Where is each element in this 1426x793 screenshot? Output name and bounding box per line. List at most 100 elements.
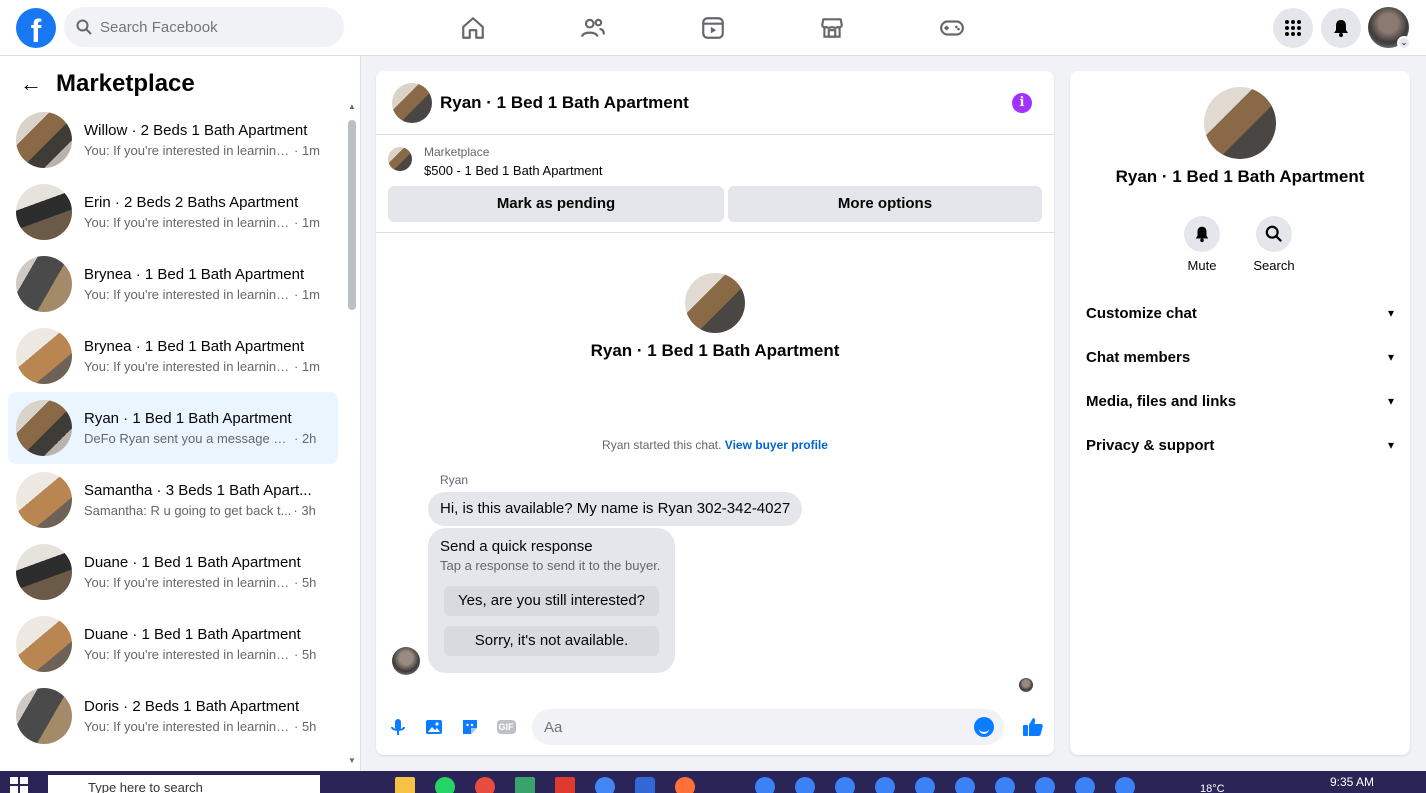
edge-icon[interactable]	[955, 777, 975, 793]
friends-icon[interactable]	[577, 12, 609, 44]
microphone-icon[interactable]	[387, 716, 409, 738]
account-avatar[interactable]: ⌄	[1368, 7, 1411, 50]
chat-members-section[interactable]: Chat members ▾	[1086, 337, 1394, 377]
home-icon[interactable]	[457, 12, 489, 44]
chevron-down-icon: ▾	[1387, 306, 1394, 320]
quick-response-subtitle: Tap a response to send it to the buyer.	[440, 558, 661, 573]
conversation-list: Willow · 2 Beds 1 Bath Apartment You: If…	[8, 104, 338, 752]
quick-reply-not-available-button[interactable]: Sorry, it's not available.	[444, 626, 659, 656]
conversation-item[interactable]: Samantha · 3 Beds 1 Bath Apart... Samant…	[8, 464, 338, 536]
listing-thumbnail	[16, 184, 72, 240]
message-input[interactable]	[544, 718, 964, 736]
conversation-time: · 1m	[294, 359, 320, 374]
weather-temperature[interactable]: 18°C	[1200, 783, 1225, 793]
gaming-icon[interactable]	[936, 12, 968, 44]
search-icon	[1256, 216, 1292, 252]
mute-label: Mute	[1187, 258, 1217, 273]
sidebar-scrollbar[interactable]: ▲ ▼	[348, 102, 356, 768]
mark-as-pending-button[interactable]: Mark as pending	[388, 186, 724, 222]
edge-icon[interactable]	[755, 777, 775, 793]
scroll-down-icon[interactable]: ▼	[348, 756, 356, 765]
emoji-icon[interactable]	[974, 717, 994, 737]
conversation-time: · 1m	[294, 215, 320, 230]
conversation-time: · 5h	[294, 575, 317, 590]
conversation-name: Doris · 2 Beds 1 Bath Apartment	[84, 698, 300, 715]
conversation-item[interactable]: Brynea · 1 Bed 1 Bath Apartment You: If …	[8, 320, 338, 392]
section-label: Privacy & support	[1086, 436, 1215, 454]
incoming-message[interactable]: Hi, is this available? My name is Ryan 3…	[428, 492, 803, 526]
mute-button[interactable]: Mute	[1172, 216, 1232, 273]
conversation-time: · 2h	[294, 431, 317, 446]
conversation-item[interactable]: Duane · 1 Bed 1 Bath Apartment You: If y…	[8, 536, 338, 608]
menu-grid-icon[interactable]	[1273, 8, 1313, 48]
conversation-details-panel: Ryan · 1 Bed 1 Bath Apartment Mute Searc…	[1070, 71, 1410, 755]
conversation-name: Brynea · 1 Bed 1 Bath Apartment	[84, 266, 305, 283]
bell-icon	[1184, 216, 1220, 252]
sticker-icon[interactable]	[459, 716, 481, 738]
edge-icon[interactable]	[915, 777, 935, 793]
more-options-button[interactable]: More options	[728, 186, 1042, 222]
edge-icon[interactable]	[795, 777, 815, 793]
facebook-logo[interactable]: f	[16, 8, 56, 48]
edge-icon[interactable]	[835, 777, 855, 793]
privacy-support-section[interactable]: Privacy & support ▾	[1086, 425, 1394, 465]
view-buyer-profile-link[interactable]: View buyer profile	[725, 438, 828, 452]
edge-icon[interactable]	[1115, 777, 1135, 793]
conversation-snippet: You: If you're interested in learning ..…	[84, 575, 292, 590]
file-explorer-icon[interactable]	[395, 777, 415, 793]
message-input-box[interactable]	[532, 709, 1004, 745]
conversation-name: Willow · 2 Beds 1 Bath Apartment	[84, 122, 308, 139]
customize-chat-section[interactable]: Customize chat ▾	[1086, 293, 1394, 333]
conversation-item-active[interactable]: Ryan · 1 Bed 1 Bath Apartment DeFo Ryan …	[8, 392, 338, 464]
conversation-item[interactable]: Erin · 2 Beds 2 Baths Apartment You: If …	[8, 176, 338, 248]
firefox-icon[interactable]	[675, 777, 695, 793]
conversation-item[interactable]: Willow · 2 Beds 1 Bath Apartment You: If…	[8, 104, 338, 176]
photo-icon[interactable]	[423, 716, 445, 738]
back-arrow-icon[interactable]: ←	[20, 71, 44, 97]
app-icon[interactable]	[475, 777, 495, 793]
search-label: Search	[1253, 258, 1295, 273]
intro-name: Ryan · 1 Bed 1 Bath Apartment	[590, 341, 840, 360]
search-input[interactable]	[100, 18, 320, 36]
media-files-links-section[interactable]: Media, files and links ▾	[1086, 381, 1394, 421]
spreadsheet-icon[interactable]	[515, 777, 535, 793]
chrome-icon[interactable]	[595, 777, 615, 793]
edge-icon[interactable]	[995, 777, 1015, 793]
search-bar[interactable]	[64, 7, 344, 47]
app-icon[interactable]	[635, 777, 655, 793]
watch-icon[interactable]	[697, 12, 729, 44]
chat-title[interactable]: Ryan · 1 Bed 1 Bath Apartment	[440, 93, 689, 113]
taskbar-search[interactable]: Type here to search	[48, 775, 320, 793]
listing-thumbnail	[16, 688, 72, 744]
scroll-up-icon[interactable]: ▲	[348, 102, 356, 111]
edge-icon[interactable]	[1035, 777, 1055, 793]
search-conversation-button[interactable]: Search	[1244, 216, 1304, 273]
notifications-bell-icon[interactable]	[1321, 8, 1361, 48]
conversation-item[interactable]: Duane · 1 Bed 1 Bath Apartment You: If y…	[8, 608, 338, 680]
conversation-time: · 3h	[293, 503, 316, 518]
sender-avatar	[392, 647, 420, 675]
listing-thumbnail	[16, 616, 72, 672]
whatsapp-icon[interactable]	[435, 777, 455, 793]
conversation-snippet: You: If you're interested in learning...	[84, 143, 292, 158]
details-avatar[interactable]	[1204, 87, 1276, 159]
windows-start-icon[interactable]	[10, 777, 28, 793]
conversation-snippet: You: If you're interested in learning...	[84, 215, 292, 230]
scrollbar-thumb[interactable]	[348, 120, 356, 310]
marketplace-icon[interactable]	[816, 12, 848, 44]
conversation-item[interactable]: Brynea · 1 Bed 1 Bath Apartment You: If …	[8, 248, 338, 320]
info-icon[interactable]: i	[1012, 93, 1032, 113]
chat-avatar[interactable]	[392, 82, 432, 123]
listing-thumbnail[interactable]	[388, 147, 412, 171]
conversation-name: Erin · 2 Beds 2 Baths Apartment	[84, 194, 299, 211]
started-text: Ryan started this chat.	[602, 438, 722, 452]
conversation-item[interactable]: Doris · 2 Beds 1 Bath Apartment You: If …	[8, 680, 338, 752]
thumbs-up-icon[interactable]	[1021, 715, 1045, 739]
quick-reply-still-interested-button[interactable]: Yes, are you still interested?	[444, 586, 659, 616]
edge-icon[interactable]	[1075, 777, 1095, 793]
app-icon[interactable]	[555, 777, 575, 793]
edge-icon[interactable]	[875, 777, 895, 793]
system-clock[interactable]: 9:35 AM	[1330, 775, 1374, 789]
gif-icon[interactable]: GIF	[495, 716, 517, 738]
listing-price[interactable]: $500 - 1 Bed 1 Bath Apartment	[424, 163, 603, 178]
